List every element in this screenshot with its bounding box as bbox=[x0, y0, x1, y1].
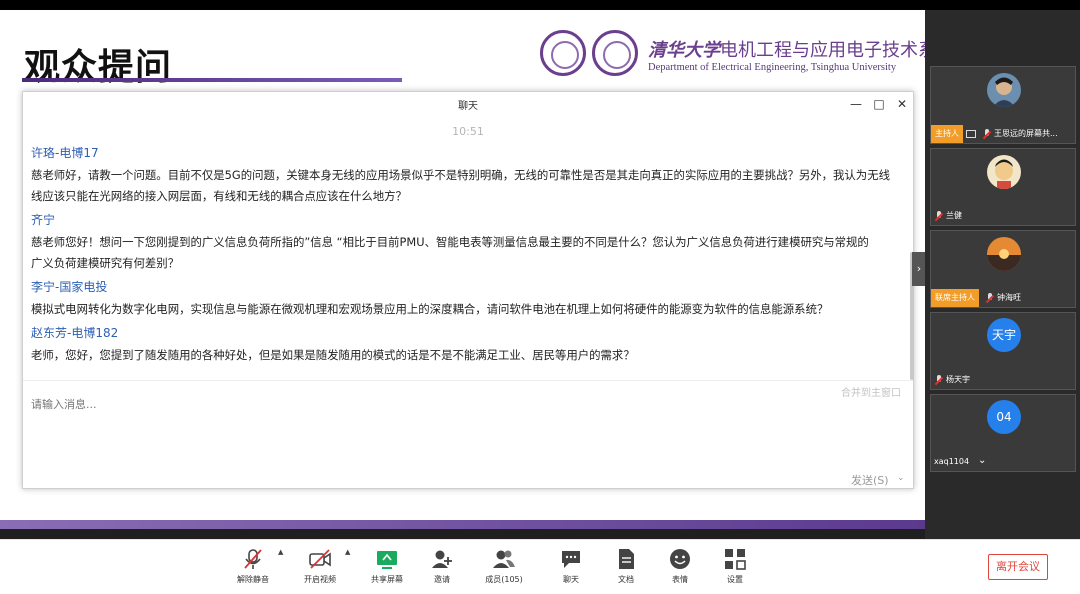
mic-muted-icon bbox=[986, 292, 994, 303]
members-icon bbox=[493, 548, 515, 570]
participant-tile[interactable]: 兰健 bbox=[930, 148, 1076, 226]
reactions-label: 表情 bbox=[672, 575, 688, 584]
members-label: 成员(105) bbox=[485, 575, 523, 584]
settings-grid-icon bbox=[724, 548, 746, 570]
university-seal-icon bbox=[540, 30, 586, 76]
message-list: 许珞-电博17 慈老师好，请教一个问题。目前不仅是5G的问题，关键本身无线的应用… bbox=[31, 145, 911, 371]
docs-button[interactable]: 文档 bbox=[596, 548, 656, 585]
avatar: 天宇 bbox=[987, 318, 1021, 352]
chat-button[interactable]: 聊天 bbox=[541, 548, 601, 585]
message-text: 慈老师您好！想问一下您刚提到的广义信息负荷所指的”信息 “相比于目前PMU、智能… bbox=[31, 235, 869, 270]
share-screen-button[interactable]: 共享屏幕 bbox=[357, 548, 417, 585]
department-name-en: Department of Electrical Engineering, Ts… bbox=[648, 62, 897, 73]
participant-tile[interactable]: 主持人 王思远的屏幕共... bbox=[930, 66, 1076, 144]
department-seal-icon bbox=[592, 30, 638, 76]
docs-label: 文档 bbox=[618, 575, 634, 584]
invite-label: 邀请 bbox=[434, 575, 450, 584]
chat-divider bbox=[23, 380, 913, 381]
chat-titlebar[interactable]: 聊天 — □ ✕ bbox=[23, 92, 913, 116]
sender-name[interactable]: 许珞-电博17 bbox=[31, 145, 911, 161]
minimize-icon[interactable]: — bbox=[847, 95, 865, 113]
participant-panel: 主持人 王思远的屏幕共... 兰健 联席主持人 钟海旺 天宇 杨天宇 04 xaq1… bbox=[925, 10, 1080, 539]
participant-label: xaq1104 bbox=[931, 453, 1075, 471]
avatar bbox=[987, 155, 1021, 189]
add-user-icon bbox=[431, 548, 453, 570]
merge-to-main-link[interactable]: 合并到主窗口 bbox=[841, 384, 901, 399]
sender-name[interactable]: 李宁-国家电投 bbox=[31, 279, 911, 295]
chat-message: 赵东芳-电博182 老师，您好，您提到了随发随用的各种好处，但是如果是随发随用的… bbox=[31, 325, 911, 366]
participant-label: 杨天宇 bbox=[931, 371, 1075, 389]
mic-muted-icon bbox=[242, 548, 264, 570]
chat-title: 聊天 bbox=[458, 101, 478, 112]
unmute-label: 解除静音 bbox=[237, 575, 269, 584]
expand-chevron-down-icon[interactable]: ⌄ bbox=[978, 455, 986, 466]
chat-timestamp: 10:51 bbox=[452, 125, 484, 138]
participant-label: 兰健 bbox=[931, 207, 1075, 225]
document-icon bbox=[615, 548, 637, 570]
host-badge: 主持人 bbox=[931, 125, 963, 143]
participant-name: 钟海旺 bbox=[997, 293, 1021, 302]
university-name-cn: 清华大学电机工程与应用电子技术系 bbox=[648, 40, 925, 61]
members-button[interactable]: 成员(105) bbox=[474, 548, 534, 585]
share-screen-icon bbox=[376, 548, 398, 570]
smiley-icon bbox=[669, 548, 691, 570]
message-text: 模拟式电网转化为数字化电网，实现信息与能源在微观机理和宏观场景应用上的深度耦合，… bbox=[31, 302, 829, 316]
chat-bubble-icon bbox=[560, 548, 582, 570]
chat-label: 聊天 bbox=[563, 575, 579, 584]
send-button[interactable]: 发送(S) bbox=[851, 472, 889, 488]
message-text: 老师，您好，您提到了随发随用的各种好处，但是如果是随发随用的模式的话是不是不能满… bbox=[31, 348, 635, 362]
participant-name: 兰健 bbox=[946, 211, 962, 220]
start-video-button[interactable]: 开启视频 bbox=[290, 548, 350, 585]
participant-name: 杨天宇 bbox=[946, 375, 970, 384]
participant-label: 主持人 王思远的屏幕共... bbox=[931, 125, 1075, 143]
cohost-badge: 联席主持人 bbox=[931, 289, 979, 307]
chat-window: 聊天 — □ ✕ 10:51 许珞-电博17 慈老师好，请教一个问题。目前不仅是… bbox=[22, 91, 914, 489]
unmute-button[interactable]: 解除静音 bbox=[223, 548, 283, 585]
participant-tile[interactable]: 天宇 杨天宇 bbox=[930, 312, 1076, 390]
chat-message: 李宁-国家电投 模拟式电网转化为数字化电网，实现信息与能源在微观机理和宏观场景应… bbox=[31, 279, 911, 320]
leave-meeting-button[interactable]: 离开会议 bbox=[988, 554, 1048, 580]
chat-message-input[interactable] bbox=[31, 398, 631, 411]
invite-button[interactable]: 邀请 bbox=[412, 548, 472, 585]
send-options-chevron-icon[interactable]: ⌄ bbox=[897, 473, 905, 483]
video-off-icon bbox=[309, 548, 331, 570]
close-icon[interactable]: ✕ bbox=[893, 95, 911, 113]
start-video-label: 开启视频 bbox=[304, 575, 336, 584]
message-text: 慈老师好，请教一个问题。目前不仅是5G的问题，关键本身无线的应用场景似乎不是特别… bbox=[31, 168, 890, 203]
audio-options-caret-icon[interactable]: ▲ bbox=[278, 548, 283, 556]
maximize-icon[interactable]: □ bbox=[870, 95, 888, 113]
participant-tile[interactable]: 04 xaq1104 bbox=[930, 394, 1076, 472]
reactions-button[interactable]: 表情 bbox=[650, 548, 710, 585]
participant-name: 王思远的屏幕共... bbox=[994, 129, 1058, 138]
top-strip bbox=[0, 0, 1080, 10]
avatar bbox=[987, 73, 1021, 107]
participant-tile[interactable]: 联席主持人 钟海旺 bbox=[930, 230, 1076, 308]
avatar: 04 bbox=[987, 400, 1021, 434]
share-screen-label: 共享屏幕 bbox=[371, 575, 403, 584]
slide-title: 观众提问 bbox=[24, 47, 173, 88]
slide-footer-bar bbox=[0, 520, 925, 529]
settings-button[interactable]: 设置 bbox=[705, 548, 765, 585]
settings-label: 设置 bbox=[727, 575, 743, 584]
collapse-panel-chevron-icon[interactable]: › bbox=[912, 252, 926, 286]
chat-message: 齐宁 慈老师您好！想问一下您刚提到的广义信息负荷所指的”信息 “相比于目前PMU… bbox=[31, 212, 911, 274]
participant-name: xaq1104 bbox=[934, 457, 970, 466]
video-options-caret-icon[interactable]: ▲ bbox=[345, 548, 350, 556]
mic-muted-icon bbox=[935, 210, 943, 221]
mic-muted-icon bbox=[935, 374, 943, 385]
meeting-toolbar: 解除静音 ▲ 开启视频 ▲ 共享屏幕 邀请 成员(105) 聊天 文档 表情 设… bbox=[0, 539, 1080, 594]
mic-muted-icon bbox=[983, 128, 991, 139]
screen-share-icon bbox=[966, 129, 976, 138]
university-logo: 清华大学电机工程与应用电子技术系 Department of Electrica… bbox=[540, 30, 925, 90]
sender-name[interactable]: 齐宁 bbox=[31, 212, 911, 228]
sender-name[interactable]: 赵东芳-电博182 bbox=[31, 325, 911, 341]
participant-label: 联席主持人 钟海旺 bbox=[931, 289, 1075, 307]
slide-title-underline bbox=[22, 78, 402, 82]
avatar bbox=[987, 237, 1021, 271]
chat-message: 许珞-电博17 慈老师好，请教一个问题。目前不仅是5G的问题，关键本身无线的应用… bbox=[31, 145, 911, 207]
